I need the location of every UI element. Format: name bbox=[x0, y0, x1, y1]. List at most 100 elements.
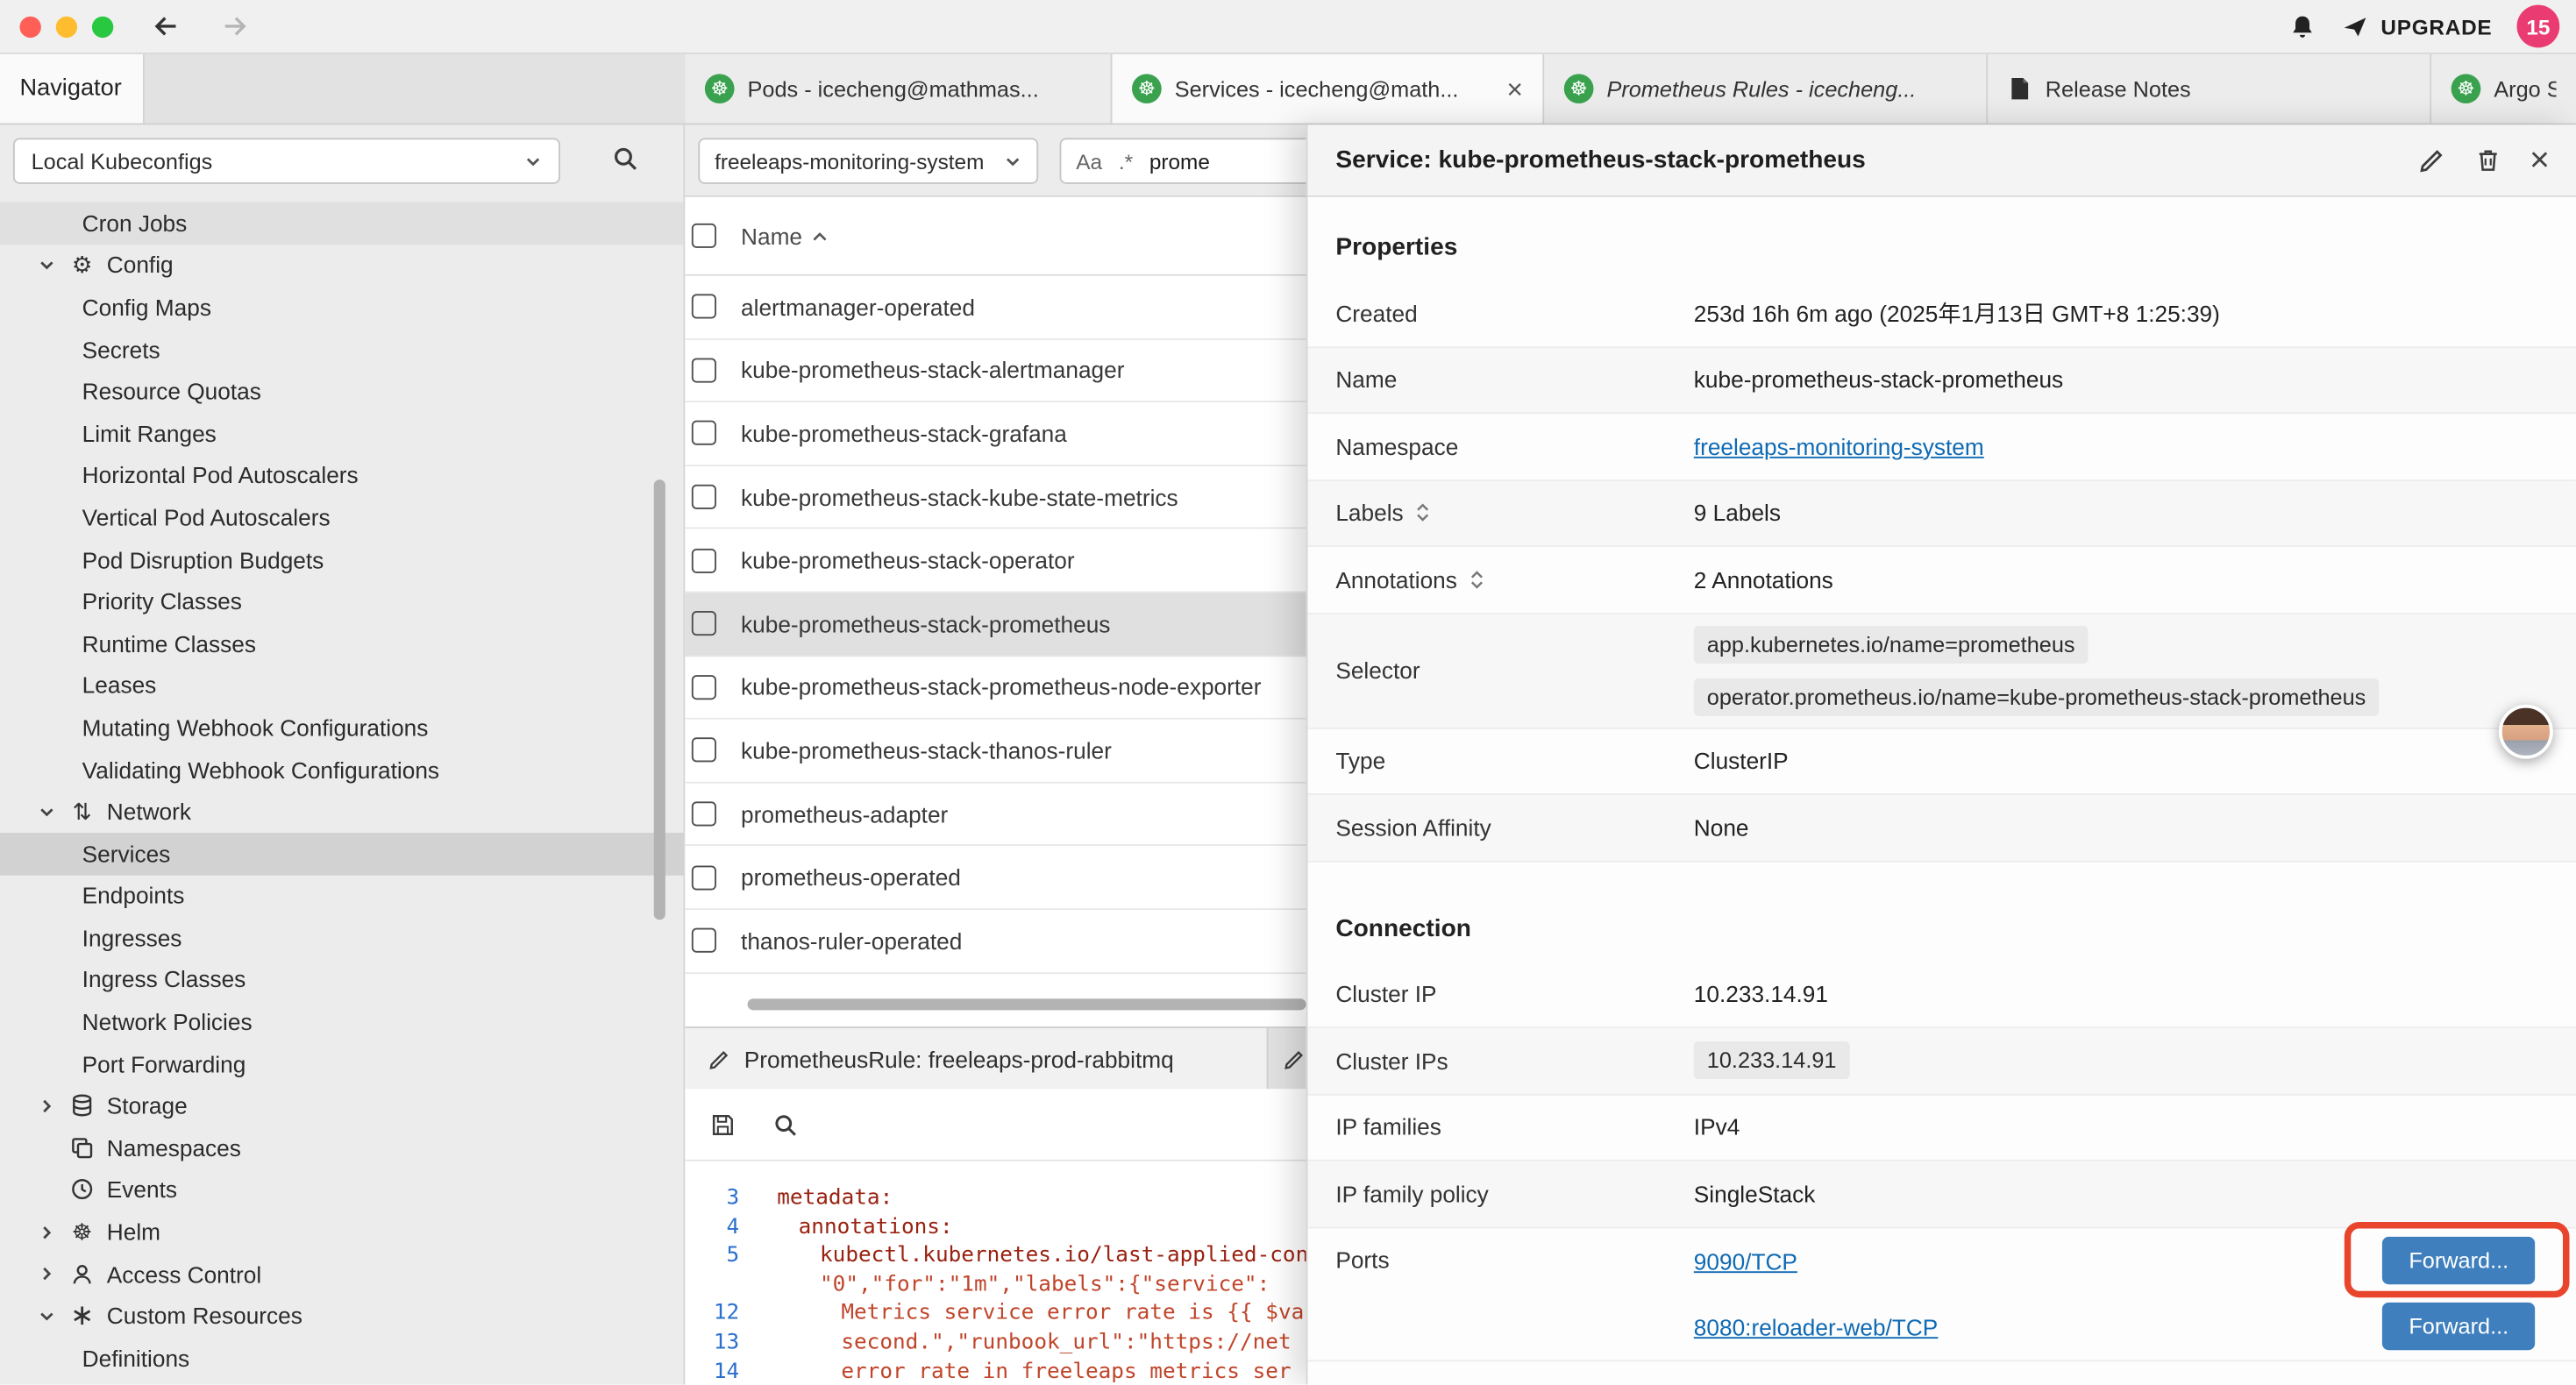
notifications-bell-icon[interactable] bbox=[2288, 12, 2316, 40]
row-checkbox[interactable] bbox=[692, 548, 716, 572]
name-column-header[interactable]: Name bbox=[741, 223, 829, 249]
select-all-checkbox[interactable] bbox=[692, 224, 716, 248]
sidebar-item-ingress-classes[interactable]: Ingress Classes bbox=[0, 959, 685, 1001]
sidebar-item-access-control[interactable]: Access Control bbox=[0, 1253, 685, 1295]
sidebar-item-mutating-webhook-configurations[interactable]: Mutating Webhook Configurations bbox=[0, 707, 685, 749]
sidebar-item-cron-jobs[interactable]: Cron Jobs bbox=[0, 202, 685, 244]
tab-prometheus-rules-icecheng[interactable]: ☸Prometheus Rules - icecheng... bbox=[1544, 54, 1988, 124]
chevron-right-icon[interactable] bbox=[36, 1097, 57, 1115]
regex-toggle[interactable]: .* bbox=[1119, 149, 1133, 174]
forward-button[interactable] bbox=[218, 10, 251, 42]
table-row[interactable]: prometheus-operated bbox=[685, 847, 1306, 910]
sidebar-item-network-policies[interactable]: Network Policies bbox=[0, 1001, 685, 1043]
chevron-down-icon[interactable] bbox=[36, 256, 57, 274]
yaml-editor[interactable]: 3metadata:4annotations:5kubectl.kubernet… bbox=[685, 1161, 1306, 1385]
value-link[interactable]: freeleaps-monitoring-system bbox=[1694, 433, 1984, 459]
sidebar-item-resource-quotas[interactable]: Resource Quotas bbox=[0, 370, 685, 412]
window-zoom-button[interactable] bbox=[92, 16, 113, 37]
sidebar-item-ingresses[interactable]: Ingresses bbox=[0, 917, 685, 959]
notification-count-badge[interactable]: 15 bbox=[2517, 5, 2560, 48]
match-case-toggle[interactable]: Aa bbox=[1076, 149, 1102, 174]
forward-button[interactable]: Forward... bbox=[2382, 1303, 2535, 1350]
sidebar-item-priority-classes[interactable]: Priority Classes bbox=[0, 580, 685, 622]
table-row[interactable]: thanos-ruler-operated bbox=[685, 910, 1306, 973]
chevron-right-icon[interactable] bbox=[36, 1265, 57, 1283]
table-row[interactable]: kube-prometheus-stack-prometheus-node-ex… bbox=[685, 657, 1306, 720]
close-tab-icon[interactable]: × bbox=[1506, 75, 1523, 103]
sidebar-item-config[interactable]: ⚙Config bbox=[0, 244, 685, 286]
sidebar-item-custom-resources[interactable]: Custom Resources bbox=[0, 1295, 685, 1337]
sidebar-item-vertical-pod-autoscalers[interactable]: Vertical Pod Autoscalers bbox=[0, 496, 685, 538]
sidebar-item-storage[interactable]: Storage bbox=[0, 1085, 685, 1127]
tab-release-notes[interactable]: Release Notes bbox=[1988, 54, 2431, 124]
dock-tab-partial[interactable] bbox=[1283, 1047, 1306, 1069]
row-checkbox[interactable] bbox=[692, 738, 716, 763]
window-minimize-button[interactable] bbox=[56, 16, 77, 37]
sidebar-item-pod-disruption-budgets[interactable]: Pod Disruption Budgets bbox=[0, 538, 685, 580]
port-link[interactable]: 8080:reloader-web/TCP bbox=[1694, 1313, 1939, 1339]
window-close-button[interactable] bbox=[19, 16, 40, 37]
close-icon[interactable]: × bbox=[2530, 143, 2550, 177]
row-checkbox[interactable] bbox=[692, 422, 716, 446]
chevron-down-icon[interactable] bbox=[36, 803, 57, 821]
table-row[interactable]: kube-prometheus-stack-thanos-ruler bbox=[685, 720, 1306, 783]
row-checkbox[interactable] bbox=[692, 801, 716, 826]
sidebar-item-port-forwarding[interactable]: Port Forwarding bbox=[0, 1043, 685, 1085]
sidebar-item-leases[interactable]: Leases bbox=[0, 664, 685, 707]
sidebar-item-endpoints[interactable]: Endpoints bbox=[0, 875, 685, 917]
row-checkbox[interactable] bbox=[692, 612, 716, 636]
table-row[interactable]: kube-prometheus-stack-alertmanager bbox=[685, 339, 1306, 402]
namespace-selector[interactable]: freeleaps-monitoring-system bbox=[698, 138, 1038, 183]
tab-services-icecheng-math[interactable]: ☸Services - icecheng@math...× bbox=[1113, 54, 1545, 124]
row-checkbox[interactable] bbox=[692, 865, 716, 890]
search-input[interactable]: Aa .* prome bbox=[1060, 138, 1306, 183]
sidebar-item-horizontal-pod-autoscalers[interactable]: Horizontal Pod Autoscalers bbox=[0, 454, 685, 496]
chevron-down-icon[interactable] bbox=[36, 1307, 57, 1325]
sidebar-item-runtime-classes[interactable]: Runtime Classes bbox=[0, 622, 685, 664]
sidebar-item-secrets[interactable]: Secrets bbox=[0, 328, 685, 370]
sidebar-search-icon[interactable] bbox=[611, 145, 639, 173]
sidebar-item-events[interactable]: Events bbox=[0, 1168, 685, 1211]
sidebar-item-definitions[interactable]: Definitions bbox=[0, 1337, 685, 1379]
sidebar-item-label: Events bbox=[107, 1176, 177, 1203]
editor-search-icon[interactable] bbox=[772, 1112, 799, 1138]
expand-toggle-icon[interactable] bbox=[1415, 501, 1432, 524]
trash-icon[interactable] bbox=[2473, 146, 2501, 174]
tab-argo-s[interactable]: ☸Argo S bbox=[2431, 54, 2576, 124]
table-row[interactable]: kube-prometheus-stack-kube-state-metrics bbox=[685, 466, 1306, 529]
table-row[interactable]: kube-prometheus-stack-grafana bbox=[685, 402, 1306, 465]
sidebar-item-limit-ranges[interactable]: Limit Ranges bbox=[0, 412, 685, 454]
sidebar-item-validating-webhook-configurations[interactable]: Validating Webhook Configurations bbox=[0, 749, 685, 791]
sidebar-item-config-maps[interactable]: Config Maps bbox=[0, 286, 685, 328]
row-checkbox[interactable] bbox=[692, 485, 716, 509]
sidebar-item-namespaces[interactable]: Namespaces bbox=[0, 1126, 685, 1168]
table-row[interactable]: kube-prometheus-stack-operator bbox=[685, 529, 1306, 593]
edit-icon[interactable] bbox=[2418, 146, 2446, 174]
user-avatar[interactable] bbox=[2499, 705, 2553, 759]
row-checkbox[interactable] bbox=[692, 295, 716, 319]
port-link[interactable]: 9090/TCP bbox=[1694, 1247, 1797, 1274]
horizontal-scrollbar-thumb[interactable] bbox=[748, 998, 1306, 1010]
navigator-tab[interactable]: Navigator bbox=[0, 54, 145, 124]
row-checkbox[interactable] bbox=[692, 675, 716, 700]
save-icon[interactable] bbox=[709, 1112, 736, 1138]
table-row[interactable]: prometheus-adapter bbox=[685, 783, 1306, 846]
table-row[interactable]: alertmanager-operated bbox=[685, 276, 1306, 339]
sidebar-item-label: Access Control bbox=[107, 1261, 261, 1287]
back-button[interactable] bbox=[150, 10, 182, 42]
expand-toggle-icon[interactable] bbox=[1469, 568, 1485, 591]
sidebar-item-services[interactable]: Services bbox=[0, 833, 685, 875]
row-checkbox[interactable] bbox=[692, 928, 716, 953]
tab-pods-icecheng-mathmas[interactable]: ☸Pods - icecheng@mathmas... bbox=[685, 54, 1112, 124]
code-text: kubectl.kubernetes.io/last-applied-confi… bbox=[756, 1244, 1306, 1273]
table-row[interactable]: kube-prometheus-stack-prometheus bbox=[685, 593, 1306, 656]
kubeconfig-selector[interactable]: Local Kubeconfigs bbox=[13, 138, 560, 183]
row-checkbox[interactable] bbox=[692, 358, 716, 382]
sidebar-item-network[interactable]: ⇅Network bbox=[0, 791, 685, 833]
forward-button[interactable]: Forward... bbox=[2382, 1237, 2535, 1284]
chevron-right-icon[interactable] bbox=[36, 1223, 57, 1241]
sidebar-item-helm[interactable]: ☸Helm bbox=[0, 1211, 685, 1253]
sidebar-scrollbar-thumb[interactable] bbox=[654, 479, 665, 920]
dock-tab-prometheusrule[interactable]: PrometheusRule: freeleaps-prod-rabbitmq bbox=[685, 1028, 1268, 1089]
upgrade-button[interactable]: UPGRADE bbox=[2341, 12, 2492, 40]
